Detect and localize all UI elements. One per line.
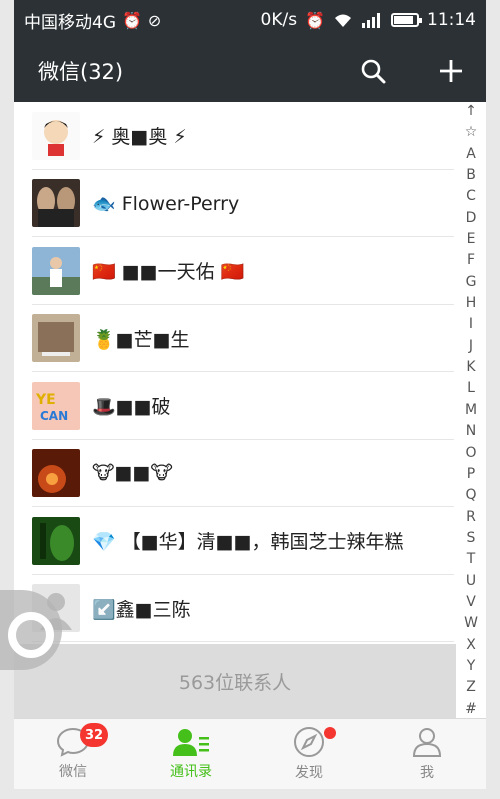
contact-name: ⚡ 奥■奥 ⚡ bbox=[92, 126, 187, 149]
index-letter[interactable]: P bbox=[467, 467, 475, 481]
tab-discover[interactable]: 发现 bbox=[250, 719, 368, 789]
tab-chats[interactable]: 微信 32 bbox=[14, 719, 132, 789]
blocked-icon: ⊘ bbox=[147, 10, 162, 30]
contact-list: ⚡ 奥■奥 ⚡ 🐟 Flower-Perry 🇨🇳 ■■一天佑 🇨🇳 🍍■芒■生… bbox=[14, 102, 454, 644]
person-icon bbox=[412, 728, 442, 757]
battery-icon bbox=[391, 13, 422, 27]
contact-row[interactable]: 💎 【■华】清■■，韩国芝士辣年糕 bbox=[14, 507, 454, 575]
index-letter[interactable]: L bbox=[467, 381, 475, 395]
index-letter[interactable]: Y bbox=[467, 659, 476, 673]
clock: 11:14 bbox=[427, 10, 476, 30]
compass-icon bbox=[294, 727, 324, 757]
avatar bbox=[32, 246, 80, 295]
tab-me[interactable]: 我 bbox=[368, 719, 486, 789]
network-speed: 0K/s bbox=[260, 10, 298, 30]
tab-label: 通讯录 bbox=[170, 764, 212, 780]
contact-row[interactable]: 🐟 Flower-Perry bbox=[14, 170, 454, 238]
avatar bbox=[32, 449, 80, 498]
svg-text:YE: YE bbox=[35, 392, 56, 408]
contacts-count-footer: 563位联系人 bbox=[14, 644, 456, 718]
index-letter[interactable]: X bbox=[466, 638, 476, 652]
index-letter[interactable]: N bbox=[466, 424, 476, 438]
contact-row[interactable]: 🇨🇳 ■■一天佑 🇨🇳 bbox=[14, 237, 454, 305]
contact-name: 🎩■■破 bbox=[92, 396, 171, 419]
index-letter[interactable]: I bbox=[469, 317, 473, 331]
index-letter[interactable]: # bbox=[465, 702, 477, 716]
contact-name: 🐟 Flower-Perry bbox=[92, 192, 240, 215]
index-letter[interactable]: E bbox=[467, 232, 476, 246]
index-letter[interactable]: M bbox=[465, 403, 477, 417]
svg-text:CAN: CAN bbox=[40, 409, 68, 423]
contact-row[interactable]: ↙️鑫■三陈 bbox=[14, 575, 454, 643]
contact-row[interactable]: 🐮■■🐮 bbox=[14, 440, 454, 508]
index-letter[interactable]: F bbox=[467, 253, 475, 267]
carrier-label: 中国移动4G bbox=[24, 12, 116, 33]
unread-badge: 32 bbox=[80, 723, 109, 747]
avatar bbox=[32, 179, 80, 228]
page-title: 微信(32) bbox=[38, 60, 124, 84]
contact-row[interactable]: 🍍■芒■生 bbox=[14, 305, 454, 373]
index-letter[interactable]: V bbox=[466, 595, 476, 609]
index-letter[interactable]: D bbox=[466, 211, 477, 225]
index-letter[interactable]: S bbox=[467, 531, 476, 545]
plus-icon bbox=[440, 60, 462, 82]
alphabet-index[interactable]: ↑ ☆ A B C D E F G H I J K L M N O P Q R S T U V W X Y Z # bbox=[456, 104, 486, 718]
contact-name: 🐮■■🐮 bbox=[92, 462, 173, 485]
index-letter[interactable]: Z bbox=[466, 680, 476, 694]
index-letter[interactable]: G bbox=[466, 275, 477, 289]
wifi-icon bbox=[335, 14, 351, 27]
new-indicator-dot bbox=[324, 727, 336, 739]
avatar: YE CAN bbox=[32, 381, 80, 430]
status-bar: 中国移动4G ⏰ ⊘ 0K/s ⏰ 11:14 bbox=[14, 0, 486, 40]
alarm-icon: ⏰ bbox=[122, 10, 142, 30]
avatar bbox=[32, 111, 80, 160]
index-letter[interactable]: ☆ bbox=[465, 125, 478, 139]
index-letter[interactable]: W bbox=[464, 616, 478, 630]
contact-name: 🇨🇳 ■■一天佑 🇨🇳 bbox=[92, 261, 245, 284]
phone-frame-bottom bbox=[0, 789, 500, 799]
tab-contacts[interactable]: 通讯录 bbox=[132, 719, 250, 789]
index-letter[interactable]: Q bbox=[465, 488, 476, 502]
contact-name: 💎 【■华】清■■，韩国芝士辣年糕 bbox=[92, 531, 404, 554]
contact-row[interactable]: YE CAN 🎩■■破 bbox=[14, 372, 454, 440]
index-letter[interactable]: K bbox=[466, 360, 475, 374]
index-letter[interactable]: R bbox=[466, 510, 476, 524]
index-letter[interactable]: J bbox=[469, 339, 473, 353]
bottom-tab-bar: 微信 32 通讯录 发现 我 bbox=[14, 718, 486, 789]
index-letter[interactable]: T bbox=[467, 552, 476, 566]
contacts-count: 563位联系人 bbox=[178, 671, 292, 694]
alarm-icon-right: ⏰ bbox=[305, 10, 325, 30]
tab-label: 微信 bbox=[59, 764, 87, 780]
index-letter[interactable]: O bbox=[465, 446, 476, 460]
index-letter[interactable]: U bbox=[466, 574, 476, 588]
app-header: 微信(32) bbox=[14, 40, 486, 102]
signal-icon bbox=[362, 13, 380, 28]
contacts-icon bbox=[173, 729, 209, 756]
tab-label: 我 bbox=[420, 765, 434, 781]
tab-label: 发现 bbox=[295, 765, 323, 781]
index-letter[interactable]: H bbox=[466, 296, 477, 310]
contact-name: ↙️鑫■三陈 bbox=[92, 598, 191, 621]
search-icon bbox=[361, 59, 386, 84]
avatar bbox=[32, 516, 80, 565]
index-letter[interactable]: B bbox=[466, 168, 476, 182]
index-letter[interactable]: A bbox=[466, 147, 476, 161]
index-letter[interactable]: C bbox=[466, 189, 476, 203]
avatar bbox=[32, 314, 80, 363]
contact-name: 🍍■芒■生 bbox=[92, 328, 190, 351]
index-letter[interactable]: ↑ bbox=[465, 104, 477, 118]
contact-row[interactable]: ⚡ 奥■奥 ⚡ bbox=[14, 102, 454, 170]
add-button[interactable] bbox=[436, 56, 466, 86]
search-button[interactable] bbox=[358, 56, 388, 86]
